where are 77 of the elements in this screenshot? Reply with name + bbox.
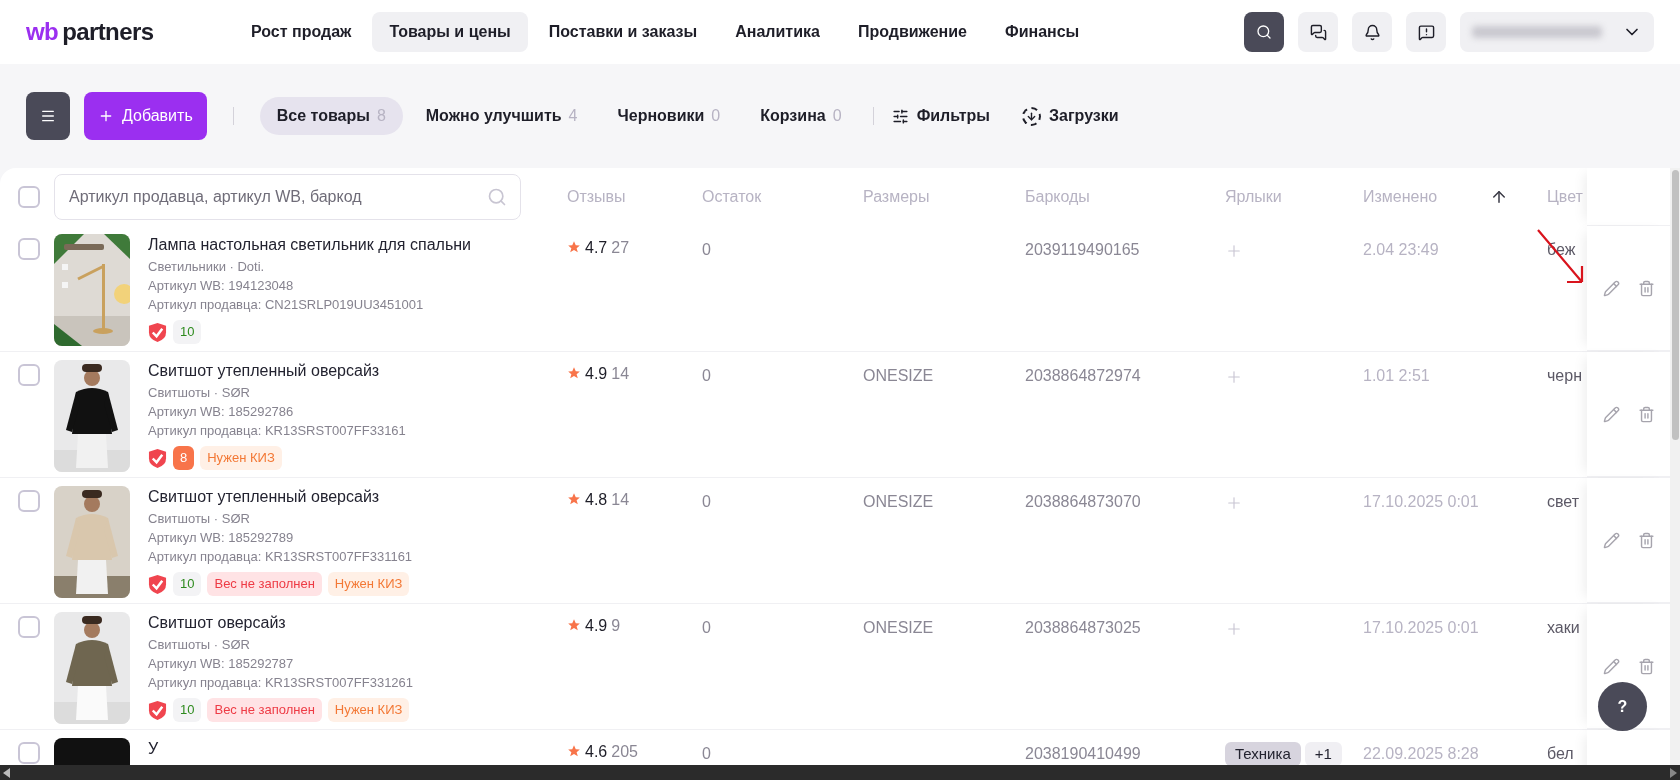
status-tag: Вес не заполнен [207,572,322,596]
rating-value: 4.9 [585,616,608,636]
product-category: Светильники · Doti. [148,258,266,276]
color-value: бел [1547,745,1574,762]
add-button[interactable]: Добавить [84,92,207,140]
product-category: Свитшоты · SØR [148,510,251,528]
status-tag: Вес не заполнен [207,698,322,722]
barcode-value: 2039119490165 [1025,241,1140,258]
size-value: ONESIZE [863,367,934,384]
color-value: свет [1547,493,1579,510]
downloads-button[interactable]: Загрузки [1022,104,1119,128]
product-title[interactable]: У [148,739,159,759]
status-tag: Нужен КИЗ [327,698,410,722]
rating-value: 4.9 [585,364,608,384]
rating-value: 4.6 [585,742,608,762]
stock-value: 0 [702,493,711,510]
rating-value: 4.7 [585,238,608,258]
product-category: Свитшоты · SØR [148,384,251,402]
changed-date: 17.10.2025 0:01 [1363,619,1479,636]
filters-button[interactable]: Фильтры [887,104,994,128]
stock-value: 0 [702,367,711,384]
filter-tab[interactable]: Черновики 0 [600,97,738,135]
status-tag: Нужен КИЗ [200,446,282,470]
seller-article: Артикул продавца: CN21SRLP019UU3451001 [148,296,425,314]
review-count: 205 [611,742,638,762]
filter-tab[interactable]: Можно улучшить 4 [408,97,595,135]
wb-article: Артикул WB: 185292787 [148,655,295,673]
rating-badge: 10 [173,320,202,344]
filter-tab[interactable]: Корзина 0 [743,97,859,135]
review-count: 14 [611,364,630,384]
logo[interactable]: wb partners [26,14,216,50]
label-tag[interactable]: +1 [1304,742,1342,765]
seller-article: Артикул продавца: KR13SRST007FF33161 [148,422,406,440]
add-label: Добавить [122,106,193,126]
stock-value: 0 [702,241,711,258]
stock-value: 0 [702,619,711,636]
review-count: 9 [611,616,621,636]
nav-tab[interactable]: Поставки и заказы [531,12,715,52]
seller-article: Артикул продавца: KR13SRST007FF331161 [148,548,413,566]
nav-tab[interactable]: Финансы [988,12,1097,52]
rating-badge: 8 [173,446,195,470]
size-value: ONESIZE [863,493,934,510]
wb-article: Артикул WB: 185292789 [148,529,295,547]
filters-label: Фильтры [916,106,990,126]
review-count: 14 [611,490,630,510]
changed-date: 1.01 2:51 [1363,367,1430,384]
color-value: черн [1547,367,1582,384]
search-field[interactable]: Артикул продавца, артикул WB, баркод [54,174,521,220]
nav-tab[interactable]: Товары и цены [372,12,528,52]
rating-value: 4.8 [585,490,608,510]
changed-date: 17.10.2025 0:01 [1363,493,1479,510]
nav-tab[interactable]: Продвижение [840,12,984,52]
changed-date: 2.04 23:49 [1363,241,1439,258]
changed-date: 22.09.2025 8:28 [1363,745,1479,762]
product-category: Свитшоты · SØR [148,636,251,654]
barcode-value: 2038864873025 [1025,619,1141,636]
downloads-label: Загрузки [1049,106,1119,126]
product-title[interactable]: Свитшот утепленный оверсайз [148,487,413,507]
stock-value: 0 [702,745,711,762]
barcode-value: 2038190410499 [1025,745,1141,762]
wb-article: Артикул WB: 185292786 [148,403,295,421]
review-count: 27 [611,238,630,258]
product-title[interactable]: Свитшот утепленный оверсайз [148,361,406,381]
wb-article: Артикул WB: 194123048 [148,277,295,295]
product-title[interactable]: Лампа настольная светильник для спальни [148,235,471,255]
barcode-value: 2038864873070 [1025,493,1141,510]
rating-badge: 10 [173,572,202,596]
seller-article: Артикул продавца: KR13SRST007FF331261 [148,674,414,692]
color-value: хаки [1547,619,1580,636]
status-tag: Нужен КИЗ [327,572,410,596]
size-value: ONESIZE [863,619,934,636]
product-title[interactable]: Свитшот оверсайз [148,613,414,633]
barcode-value: 2038864872974 [1025,367,1141,384]
nav-tab[interactable]: Рост продаж [234,12,369,52]
nav-tab[interactable]: Аналитика [718,12,837,52]
label-tag[interactable]: Техника [1225,742,1301,765]
rating-badge: 10 [173,698,202,722]
